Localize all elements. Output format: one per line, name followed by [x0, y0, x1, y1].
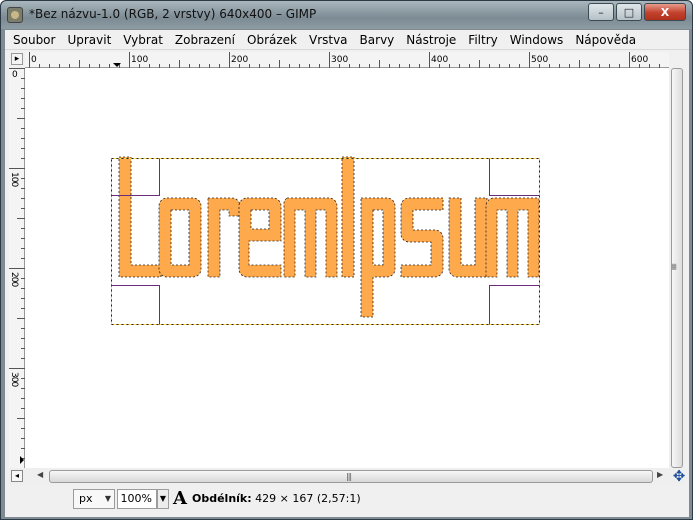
gimp-app-icon: [7, 7, 23, 23]
menu-zobrazeni[interactable]: Zobrazení: [169, 33, 241, 47]
horizontal-scrollbar-thumb[interactable]: |||: [49, 470, 653, 483]
handle-top-right[interactable]: [489, 158, 540, 196]
hruler-label-500: 500: [531, 55, 548, 65]
handle-bottom-left[interactable]: [111, 285, 160, 325]
navigate-move-icon[interactable]: ✥: [671, 468, 687, 484]
menu-bar: Soubor Upravit Vybrat Zobrazení Obrázek …: [5, 30, 689, 50]
status-message: Obdélník: 429 × 167 (2,57:1): [192, 492, 361, 505]
quick-mask-corner-button[interactable]: ▸: [11, 53, 23, 65]
menu-soubor[interactable]: Soubor: [5, 33, 61, 47]
menu-napoveda[interactable]: Nápověda: [569, 33, 642, 47]
gimp-window: *Bez názvu-1.0 (RGB, 2 vrstvy) 640x400 –…: [0, 0, 693, 520]
menu-windows[interactable]: Windows: [504, 33, 570, 47]
scroll-left-arrow-icon[interactable]: ◀: [37, 470, 43, 479]
horizontal-ruler-ticks: 0 100 200 300 400 500 600: [29, 52, 660, 68]
horizontal-scroll-grip-icon: |||: [346, 472, 352, 481]
vruler-label-0: 0: [12, 70, 18, 80]
close-button[interactable]: X: [644, 3, 686, 21]
vertical-ruler[interactable]: 0 100 200 300: [9, 68, 25, 469]
unit-select-value: px: [79, 492, 93, 505]
vertical-scroll-grip-icon: ═ ═ ═: [672, 261, 677, 273]
unit-dropdown-arrow-icon: ▼: [104, 494, 111, 503]
minimize-button[interactable]: –: [588, 3, 614, 21]
hruler-label-400: 400: [431, 55, 448, 65]
zoom-input[interactable]: 100%: [117, 489, 157, 509]
zoom-dropdown-button[interactable]: ▼: [157, 489, 169, 509]
image-canvas[interactable]: [25, 68, 669, 468]
pointer-position-marker-vertical-icon: [20, 456, 24, 464]
menu-filtry[interactable]: Filtry: [462, 33, 503, 47]
menu-vybrat[interactable]: Vybrat: [117, 33, 169, 47]
title-bar[interactable]: *Bez názvu-1.0 (RGB, 2 vrstvy) 640x400 –…: [1, 1, 692, 29]
image-window-body: ▸ 0 100 200 300 400 500 600 0 100 200 30…: [5, 50, 689, 517]
horizontal-scroll-row: ◂ ◀ ||| ▶ ✥: [9, 468, 685, 486]
vertical-ruler-ticks: 0 100 200 300: [9, 68, 25, 469]
hruler-label-100: 100: [131, 55, 148, 65]
canvas-svg: [111, 156, 540, 325]
text-tool-icon: A: [173, 488, 187, 509]
hruler-label-200: 200: [231, 55, 248, 65]
status-tool-info: 429 × 167 (2,57:1): [255, 492, 361, 505]
status-tool-label: Obdélník:: [192, 492, 252, 505]
status-bar: px ▼ 100% ▼ A Obdélník: 429 × 167 (2,57:…: [9, 487, 685, 513]
menu-vrstva[interactable]: Vrstva: [303, 33, 354, 47]
hruler-label-300: 300: [331, 55, 348, 65]
hruler-label-0: 0: [31, 55, 37, 65]
maximize-button[interactable]: □: [616, 3, 642, 21]
menu-obrazek[interactable]: Obrázek: [241, 33, 303, 47]
zoom-toggle-button[interactable]: ◂: [11, 470, 23, 482]
vertical-scrollbar[interactable]: ═ ═ ═: [669, 68, 685, 468]
scroll-right-arrow-icon[interactable]: ▶: [657, 470, 663, 479]
vruler-label-200: 200: [9, 272, 19, 287]
menu-nastroje[interactable]: Nástroje: [400, 33, 462, 47]
horizontal-ruler[interactable]: 0 100 200 300 400 500 600: [25, 52, 669, 68]
lorem-ipsum-text-layer: [118, 156, 540, 318]
menu-upravit[interactable]: Upravit: [61, 33, 117, 47]
vruler-label-100: 100: [9, 172, 19, 187]
hruler-label-600: 600: [631, 55, 648, 65]
window-title: *Bez názvu-1.0 (RGB, 2 vrstvy) 640x400 –…: [29, 7, 317, 21]
unit-select[interactable]: px ▼: [73, 489, 115, 509]
menu-barvy[interactable]: Barvy: [354, 33, 401, 47]
vruler-label-300: 300: [9, 372, 19, 387]
handle-bottom-right[interactable]: [489, 285, 540, 325]
